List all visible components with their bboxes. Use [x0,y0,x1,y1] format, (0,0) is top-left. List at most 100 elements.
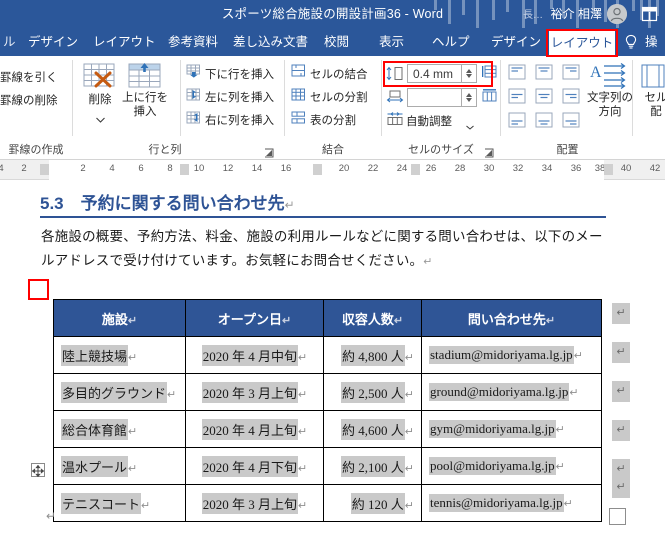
align-middle-center-icon[interactable] [535,88,553,109]
ruler-indent-marker[interactable] [40,164,49,175]
cell-contact[interactable]: tennis@midoriyama.lg.jp↵ [421,484,602,522]
align-top-right-icon[interactable] [562,64,580,85]
table-row[interactable]: 総合体育館↵ 2020 年 4 月上旬↵ 約 4,600 人↵ gym@mido… [53,410,602,448]
text-direction-label-line1[interactable]: 文字列の [586,92,634,105]
cell-contact[interactable]: gym@midoriyama.lg.jp↵ [421,410,602,448]
cell-open-date[interactable]: 2020 年 4 月上旬↵ [185,410,324,448]
delete-table-icon[interactable] [83,63,117,96]
table-row[interactable]: 陸上競技場↵ 2020 年 4 月中旬↵ 約 4,800 人↵ stadium@… [53,336,602,374]
col-header-open-date[interactable]: オープン日↵ [185,299,324,337]
autofit-icon[interactable] [386,112,404,131]
ruler-tab-stop[interactable] [604,164,613,175]
delete-button-label[interactable]: 削除 [80,94,120,107]
align-bottom-center-icon[interactable] [535,112,553,133]
split-table-label[interactable]: 表の分割 [310,112,356,128]
lightbulb-icon[interactable] [624,34,638,55]
cell-facility[interactable]: 陸上競技場↵ [53,336,186,374]
table-row[interactable]: 温水プール↵ 2020 年 4 月下旬↵ 約 2,100 人↵ pool@mid… [53,447,602,485]
autofit-chevron-down-icon[interactable] [466,117,474,135]
merge-cells-icon[interactable] [291,64,306,83]
tab-view[interactable]: 表示 [372,28,411,56]
cell-contact[interactable]: stadium@midoriyama.lg.jp↵ [421,336,602,374]
cell-capacity[interactable]: 約 4,600 人↵ [323,410,422,448]
tab-design[interactable]: デザイン [21,28,85,56]
tab-table-layout[interactable]: レイアウト [549,30,615,56]
document-page[interactable]: 5.3 予約に関する問い合わせ先↵ 各施設の概要、予約方法、料金、施設の利用ルー… [0,181,665,543]
cell-capacity[interactable]: 約 120 人↵ [323,484,422,522]
tab-file-clipped[interactable]: ル [0,28,23,56]
align-middle-left-icon[interactable] [508,88,526,109]
cell-contact[interactable]: pool@midoriyama.lg.jp↵ [421,447,602,485]
insert-left-label[interactable]: 左に列を挿入 [205,89,274,105]
delete-dropdown-chevron-icon[interactable] [96,110,105,128]
insert-right-label[interactable]: 右に列を挿入 [205,112,274,128]
insert-columns-right-icon[interactable] [186,111,201,130]
split-cells-label[interactable]: セルの分割 [310,89,368,105]
align-bottom-right-icon[interactable] [562,112,580,133]
cell-capacity[interactable]: 約 2,500 人↵ [323,373,422,411]
col-header-facility[interactable]: 施設↵ [53,299,186,337]
draw-table-label[interactable]: 罫線を引く [0,69,58,85]
tab-mailings[interactable]: 差し込み文書 [226,28,315,56]
cell-facility[interactable]: テニスコート↵ [53,484,186,522]
insert-rows-above-icon[interactable] [127,62,163,95]
rows-columns-dialog-launcher[interactable] [264,146,275,158]
cell-height-spinbox[interactable] [407,64,477,83]
horizontal-ruler[interactable]: 4 2 2 4 6 8 10 12 14 16 20 22 24 26 28 3… [0,160,665,180]
cell-margins-icon[interactable] [641,64,665,95]
col-header-capacity[interactable]: 収容人数↵ [323,299,422,337]
text-direction-label-line2[interactable]: 方向 [586,106,634,119]
account-name[interactable]: 裕介 相澤 [551,5,602,22]
split-cells-icon[interactable] [291,88,306,107]
insert-columns-left-icon[interactable] [186,88,201,107]
autofit-label[interactable]: 自動調整 [406,113,452,129]
insert-rows-below-icon[interactable] [186,64,201,83]
ruler-tab-stop[interactable] [313,164,322,175]
person-avatar-icon[interactable] [607,4,627,24]
cell-open-date[interactable]: 2020 年 3 月上旬↵ [185,373,324,411]
table-move-handle-icon[interactable] [31,463,45,478]
insert-above-label-line2[interactable]: 挿入 [122,106,168,119]
cell-height-spin-arrows[interactable] [461,65,476,82]
cell-capacity[interactable]: 約 4,800 人↵ [323,336,422,374]
cell-open-date[interactable]: 2020 年 3 月上旬↵ [185,484,324,522]
ruler-tab-stop[interactable] [180,164,189,175]
cell-width-spinbox[interactable] [407,88,477,107]
cell-margins-label-line2[interactable]: 配 [638,106,665,119]
tab-review[interactable]: 校閲 [317,28,356,56]
tab-layout-page[interactable]: レイアウト [86,28,163,56]
tell-me-label[interactable]: 操 [645,28,658,56]
table-row[interactable]: 多目的グラウンド↵ 2020 年 3 月上旬↵ 約 2,500 人↵ groun… [53,373,602,411]
cell-width-spin-arrows[interactable] [461,89,476,106]
insert-below-label[interactable]: 下に行を挿入 [205,66,274,82]
cell-open-date[interactable]: 2020 年 4 月中旬↵ [185,336,324,374]
tab-table-design[interactable]: デザイン [484,28,548,56]
col-header-contact[interactable]: 問い合わせ先↵ [421,299,602,337]
tab-references[interactable]: 参考資料 [161,28,225,56]
cell-facility[interactable]: 多目的グラウンド↵ [53,373,186,411]
distribute-rows-icon[interactable] [481,65,497,84]
ruler-number: 2 [21,163,27,174]
merge-cells-label[interactable]: セルの結合 [310,66,368,82]
eraser-label[interactable]: 罫線の削除 [0,92,58,108]
align-bottom-left-icon[interactable] [508,112,526,133]
cell-size-dialog-launcher[interactable] [484,146,495,158]
cell-facility[interactable]: 総合体育館↵ [53,410,186,448]
ruler-tab-stop[interactable] [411,164,420,175]
align-middle-right-icon[interactable] [562,88,580,109]
cell-open-date[interactable]: 2020 年 4 月下旬↵ [185,447,324,485]
align-top-left-icon[interactable] [508,64,526,85]
cell-facility[interactable]: 温水プール↵ [53,447,186,485]
document-table[interactable]: 施設↵ オープン日↵ 収容人数↵ 問い合わせ先↵ 陸上競技場↵ 2020 年 4… [53,299,602,522]
table-row[interactable]: テニスコート↵ 2020 年 3 月上旬↵ 約 120 人↵ tennis@mi… [53,484,602,522]
cell-margins-label-line1[interactable]: セル [638,92,665,105]
insert-above-label-line1[interactable]: 上に行を [122,92,168,105]
split-table-icon[interactable] [291,111,306,130]
cell-contact[interactable]: ground@midoriyama.lg.jp↵ [421,373,602,411]
cell-capacity[interactable]: 約 2,100 人↵ [323,447,422,485]
text-direction-icon[interactable]: A [590,62,630,95]
ribbon-display-options-icon[interactable] [640,5,659,23]
align-top-center-icon[interactable] [535,64,553,85]
distribute-columns-icon[interactable] [482,89,497,108]
tab-help[interactable]: ヘルプ [425,28,477,56]
